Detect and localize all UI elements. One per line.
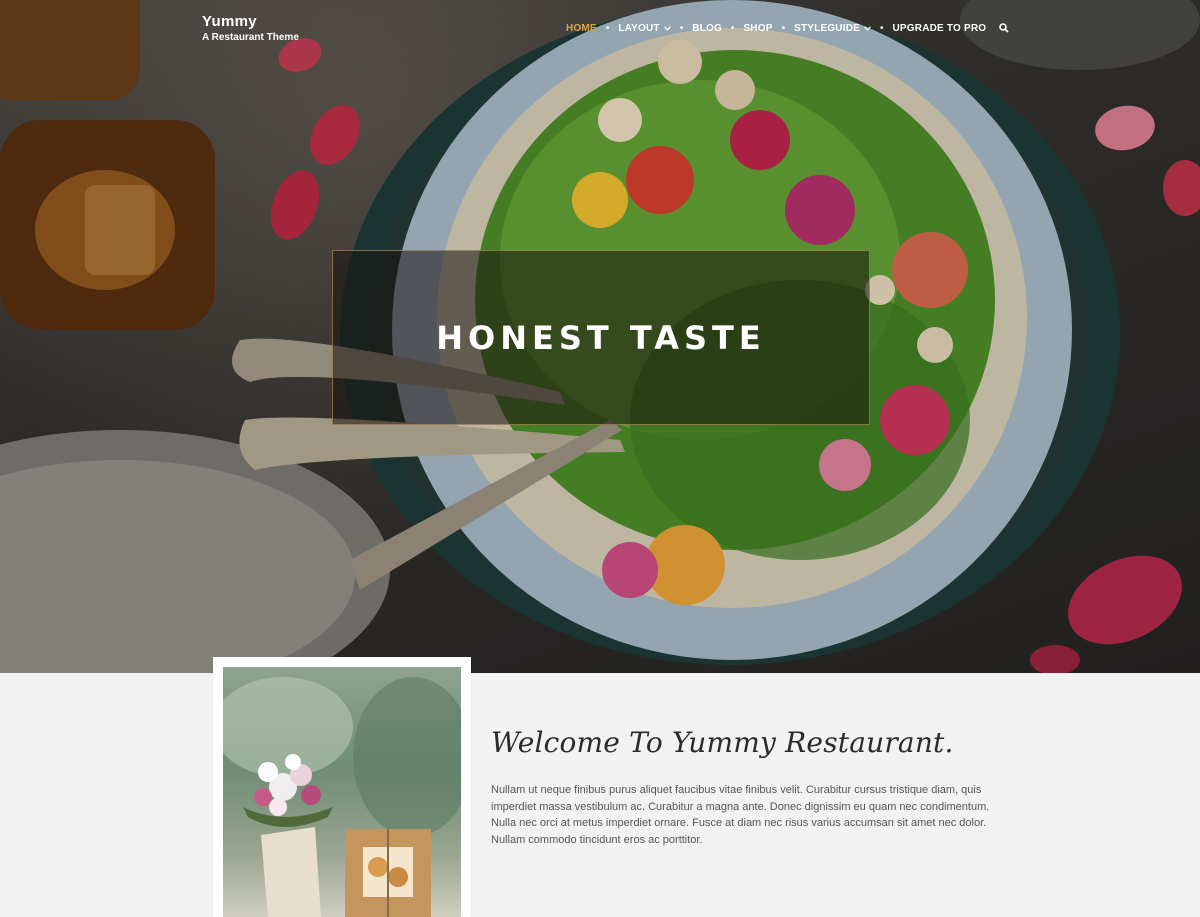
search-icon[interactable]: [999, 23, 1009, 33]
nav-item-shop[interactable]: SHOP: [743, 23, 772, 34]
nav-separator: •: [781, 22, 786, 34]
welcome-image: [223, 667, 461, 917]
site-branding[interactable]: Yummy A Restaurant Theme: [202, 13, 299, 43]
welcome-heading: Welcome To Yummy Restaurant.: [491, 726, 954, 759]
nav-separator: •: [605, 22, 610, 34]
nav-separator: •: [730, 22, 735, 34]
nav-separator: •: [679, 22, 684, 34]
chevron-down-icon: [663, 23, 671, 34]
nav-item-upgrade-to-pro[interactable]: UPGRADE TO PRO: [893, 23, 987, 34]
nav-item-label: BLOG: [692, 22, 722, 34]
nav-item-layout[interactable]: LAYOUT: [618, 22, 671, 34]
nav-item-label: LAYOUT: [618, 22, 660, 34]
nav-item-styleguide[interactable]: STYLEGUIDE: [794, 23, 871, 34]
nav-separator: •: [880, 22, 884, 34]
nav-item-label: HOME: [566, 22, 597, 34]
nav-item-label: STYLEGUIDE: [794, 22, 860, 34]
nav-item-home[interactable]: HOME: [566, 23, 597, 34]
welcome-image-frame: [213, 657, 471, 917]
site-tagline: A Restaurant Theme: [202, 32, 299, 43]
site-title[interactable]: Yummy: [202, 13, 299, 30]
main-navigation: HOME • LAYOUT • BLOG • SHOP • STYLEGUIDE…: [566, 21, 1009, 35]
nav-item-blog[interactable]: BLOG: [692, 23, 722, 34]
hero-caption-box: HONEST TASTE: [332, 250, 870, 425]
nav-item-label: UPGRADE TO PRO: [892, 22, 987, 34]
chevron-down-icon: [864, 23, 871, 34]
welcome-paragraph: Nullam ut neque finibus purus aliquet fa…: [491, 784, 990, 846]
hero-banner: Yummy A Restaurant Theme HOME • LAYOUT •…: [0, 0, 1200, 673]
nav-item-label: SHOP: [743, 22, 773, 34]
hero-caption: HONEST TASTE: [436, 318, 766, 357]
